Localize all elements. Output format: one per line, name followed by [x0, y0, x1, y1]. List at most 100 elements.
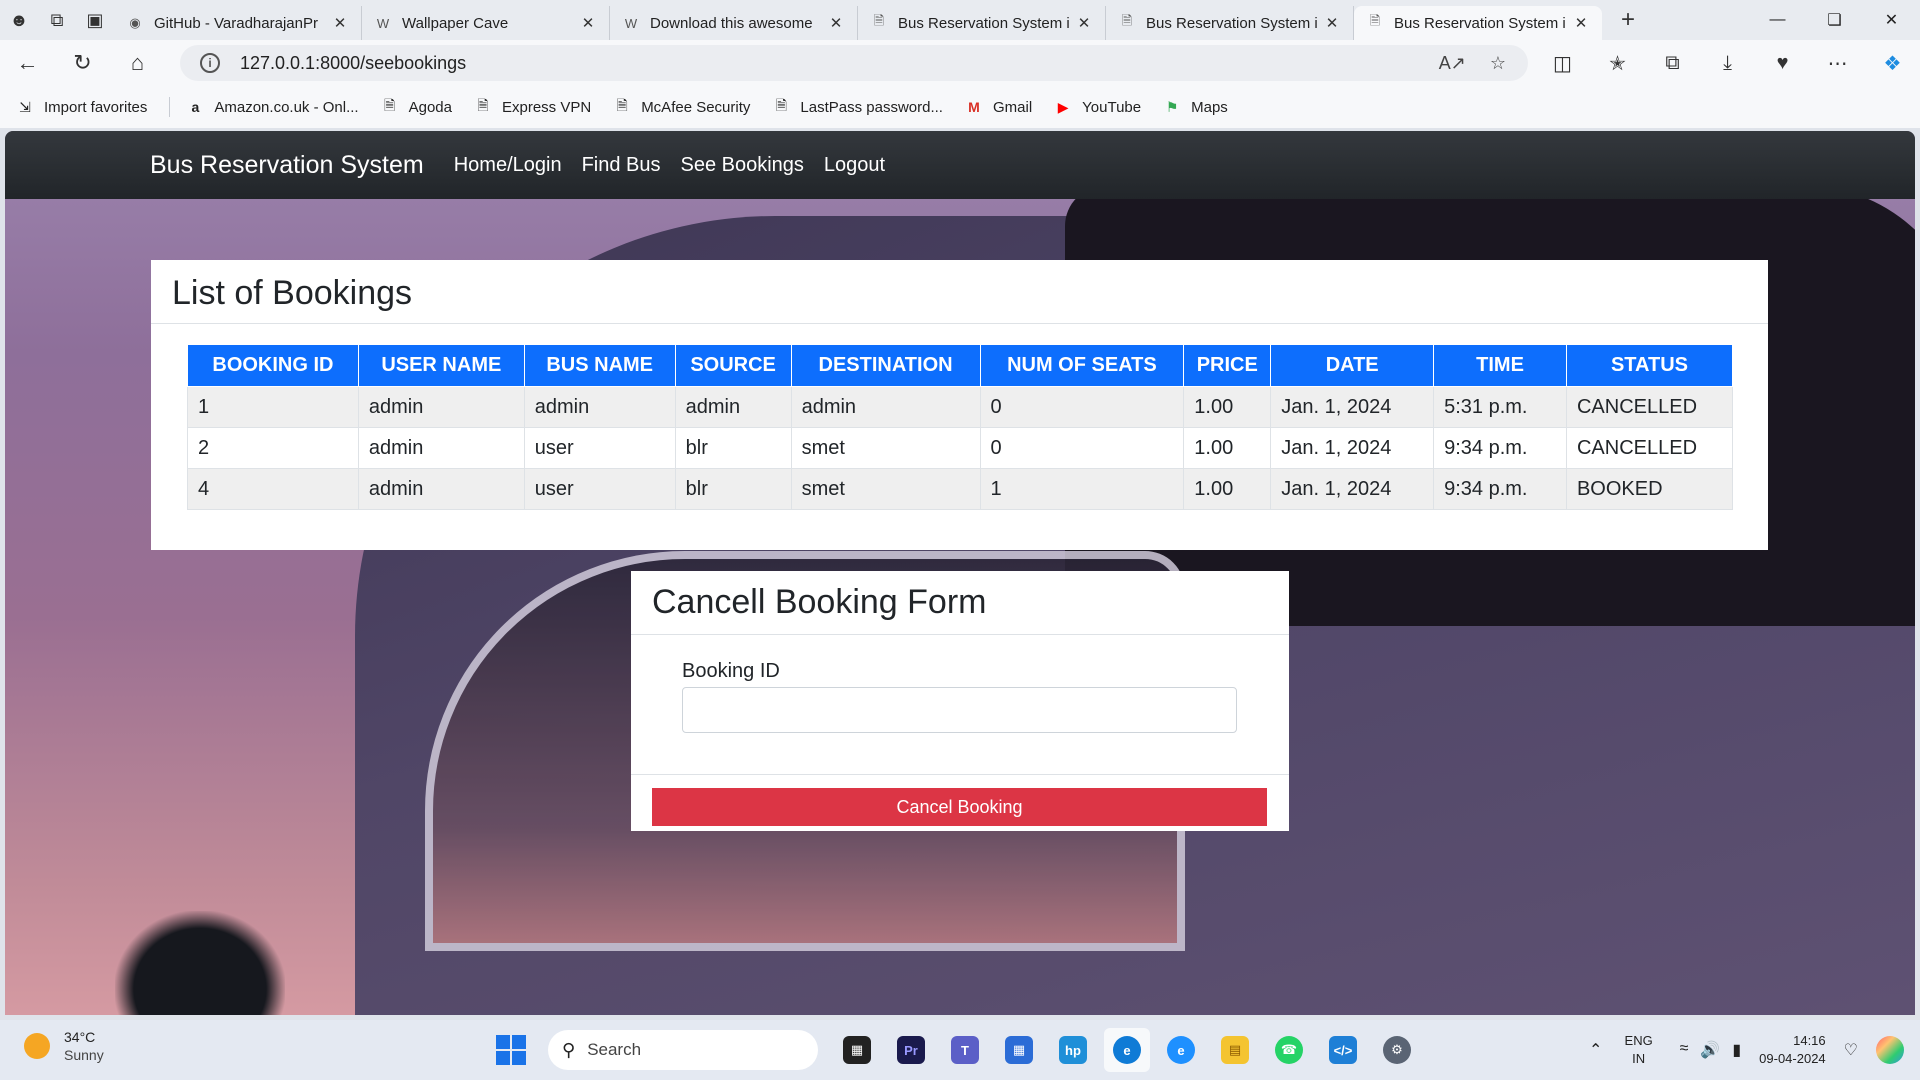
site-info-icon[interactable]: i [200, 53, 220, 73]
cell-source: blr [674, 468, 792, 510]
favorite-maps[interactable]: ⚑ Maps [1163, 98, 1228, 116]
cell-date: Jan. 1, 2024 [1270, 427, 1435, 469]
page-viewport: Bus Reservation System Home/Login Find B… [5, 131, 1915, 1015]
import-icon: ⇲ [19, 98, 31, 115]
collections-icon[interactable]: ⧉ [1645, 40, 1700, 86]
favorite-import[interactable]: ⇲ Import favorites [16, 98, 147, 116]
language-indicator[interactable]: ENG IN [1616, 1032, 1662, 1068]
site-brand[interactable]: Bus Reservation System [150, 151, 424, 180]
url-field[interactable]: i 127.0.0.1:8000/seebookings A↗ ☆ [180, 45, 1528, 81]
cell-user-name: admin [357, 468, 525, 510]
browser-tab[interactable]: W Wallpaper Cave ✕ [362, 6, 610, 40]
favorite-mcafee[interactable]: 🗎 McAfee Security [613, 97, 751, 116]
cell-destination: smet [790, 468, 981, 510]
premiere-pro-icon[interactable]: Pr [888, 1028, 934, 1072]
restore-icon[interactable]: ❏ [1806, 0, 1863, 40]
page-icon: 🗎 [1369, 13, 1381, 28]
cancel-booking-button[interactable]: Cancel Booking [652, 788, 1267, 826]
task-view-icon[interactable]: ▦ [834, 1028, 880, 1072]
downloads-icon[interactable]: ⤓ [1700, 40, 1755, 86]
refresh-icon[interactable]: ↻ [55, 40, 110, 86]
whatsapp-icon[interactable]: ☎ [1266, 1028, 1312, 1072]
favorite-label: Amazon.co.uk - Onl... [214, 98, 359, 116]
url-text[interactable]: 127.0.0.1:8000/seebookings [240, 53, 1439, 74]
close-icon[interactable]: ✕ [1323, 14, 1341, 32]
myhp-icon[interactable]: hp [1050, 1028, 1096, 1072]
profile-icon[interactable]: ☻ [0, 4, 38, 36]
favorites-icon[interactable]: ✭ [1590, 40, 1645, 86]
internet-explorer-icon[interactable]: e [1158, 1028, 1204, 1072]
favorite-label: LastPass password... [800, 98, 943, 116]
copilot-preview-icon[interactable] [1876, 1036, 1904, 1064]
favorite-youtube[interactable]: ▶ YouTube [1054, 98, 1141, 116]
favorite-express-vpn[interactable]: 🗎 Express VPN [474, 97, 591, 116]
favorite-star-icon[interactable]: ☆ [1490, 53, 1506, 74]
nav-logout[interactable]: Logout [824, 154, 885, 177]
close-icon[interactable]: ✕ [827, 14, 845, 32]
nav-see-bookings[interactable]: See Bookings [681, 154, 804, 177]
tab-title: Bus Reservation System i [1394, 14, 1566, 32]
weather-widget[interactable]: 34°C Sunny [24, 1028, 104, 1064]
edge-browser-icon[interactable]: e [1104, 1028, 1150, 1072]
booking-id-input[interactable] [682, 687, 1237, 733]
browser-tab[interactable]: 🗎 Bus Reservation System i ✕ [1106, 6, 1354, 40]
new-tab-icon[interactable]: + [1606, 6, 1650, 34]
gmail-icon: M [968, 99, 980, 115]
bookings-card: List of Bookings BOOKING ID USER NAME BU… [151, 260, 1768, 550]
browser-tab-active[interactable]: 🗎 Bus Reservation System i ✕ [1354, 6, 1602, 40]
copilot-icon[interactable]: ❖ [1865, 40, 1920, 86]
favorite-amazon[interactable]: a Amazon.co.uk - Onl... [186, 98, 358, 116]
maps-icon: ⚑ [1165, 98, 1179, 115]
close-icon[interactable]: ✕ [1572, 14, 1590, 32]
cell-source: admin [674, 386, 792, 428]
windows-taskbar: 34°C Sunny ⚲ Search ▦ Pr T ▦ hp e e ▤ ☎ … [0, 1020, 1920, 1080]
favorite-lastpass[interactable]: 🗎 LastPass password... [772, 97, 943, 116]
close-icon[interactable]: ✕ [579, 14, 597, 32]
clock[interactable]: 14:16 09-04-2024 [1759, 1032, 1826, 1068]
vertical-tabs-icon[interactable]: ▣ [76, 4, 114, 36]
cell-time: 9:34 p.m. [1433, 468, 1567, 510]
home-icon[interactable]: ⌂ [110, 40, 165, 86]
notification-bell-icon[interactable]: ♡ [1844, 1040, 1858, 1060]
browser-tab[interactable]: 🗎 Bus Reservation System i ✕ [858, 6, 1106, 40]
page-icon: 🗎 [616, 97, 628, 113]
browser-tab[interactable]: W Download this awesome ✕ [610, 6, 858, 40]
browser-tab[interactable]: ◉ GitHub - VaradharajanPr ✕ [114, 6, 362, 40]
table-row: 4 admin user blr smet 1 1.00 Jan. 1, 202… [187, 468, 1734, 510]
volume-icon: 🔊 [1700, 1042, 1721, 1059]
taskbar-search[interactable]: ⚲ Search [548, 1030, 818, 1070]
read-aloud-icon[interactable]: A↗ [1439, 53, 1466, 74]
favorite-gmail[interactable]: M Gmail [965, 98, 1032, 116]
close-icon[interactable]: ✕ [1075, 14, 1093, 32]
minimize-icon[interactable]: — [1749, 0, 1806, 40]
cell-date: Jan. 1, 2024 [1270, 468, 1435, 510]
browser-essentials-icon[interactable]: ♥ [1755, 40, 1810, 86]
windows-start-icon[interactable] [496, 1035, 526, 1065]
settings-gear-icon[interactable]: ⚙ [1374, 1028, 1420, 1072]
w-icon: W [624, 15, 638, 31]
close-window-icon[interactable]: ✕ [1863, 0, 1920, 40]
favorite-agoda[interactable]: 🗎 Agoda [381, 97, 452, 116]
cancel-form-title: Cancell Booking Form [652, 583, 987, 621]
cell-price: 1.00 [1183, 427, 1272, 469]
file-explorer-icon[interactable]: ▤ [1212, 1028, 1258, 1072]
split-screen-icon[interactable]: ◫ [1535, 40, 1590, 86]
nav-home-login[interactable]: Home/Login [454, 154, 562, 177]
workspaces-icon[interactable]: ⧉ [38, 4, 76, 36]
cell-bus-name: admin [523, 386, 676, 428]
card-header: Cancell Booking Form [631, 571, 1289, 635]
lang-top: ENG [1624, 1033, 1653, 1048]
vscode-icon[interactable]: </> [1320, 1028, 1366, 1072]
show-hidden-icons-icon[interactable]: ⌃ [1576, 1040, 1616, 1060]
more-menu-icon[interactable]: ⋯ [1810, 40, 1865, 86]
microsoft-store-icon[interactable]: ▦ [996, 1028, 1042, 1072]
tray-status-icons[interactable]: ≈ 🔊 ▮ [1680, 1040, 1742, 1060]
column-header: SOURCE [674, 344, 792, 387]
teams-icon[interactable]: T [942, 1028, 988, 1072]
tab-title: Bus Reservation System i [898, 14, 1070, 32]
browser-toolbar: ◫ ✭ ⧉ ⤓ ♥ ⋯ ❖ [1535, 40, 1920, 86]
back-icon[interactable]: ← [0, 40, 55, 86]
close-icon[interactable]: ✕ [331, 14, 349, 32]
nav-find-bus[interactable]: Find Bus [582, 154, 661, 177]
cell-price: 1.00 [1183, 386, 1272, 428]
